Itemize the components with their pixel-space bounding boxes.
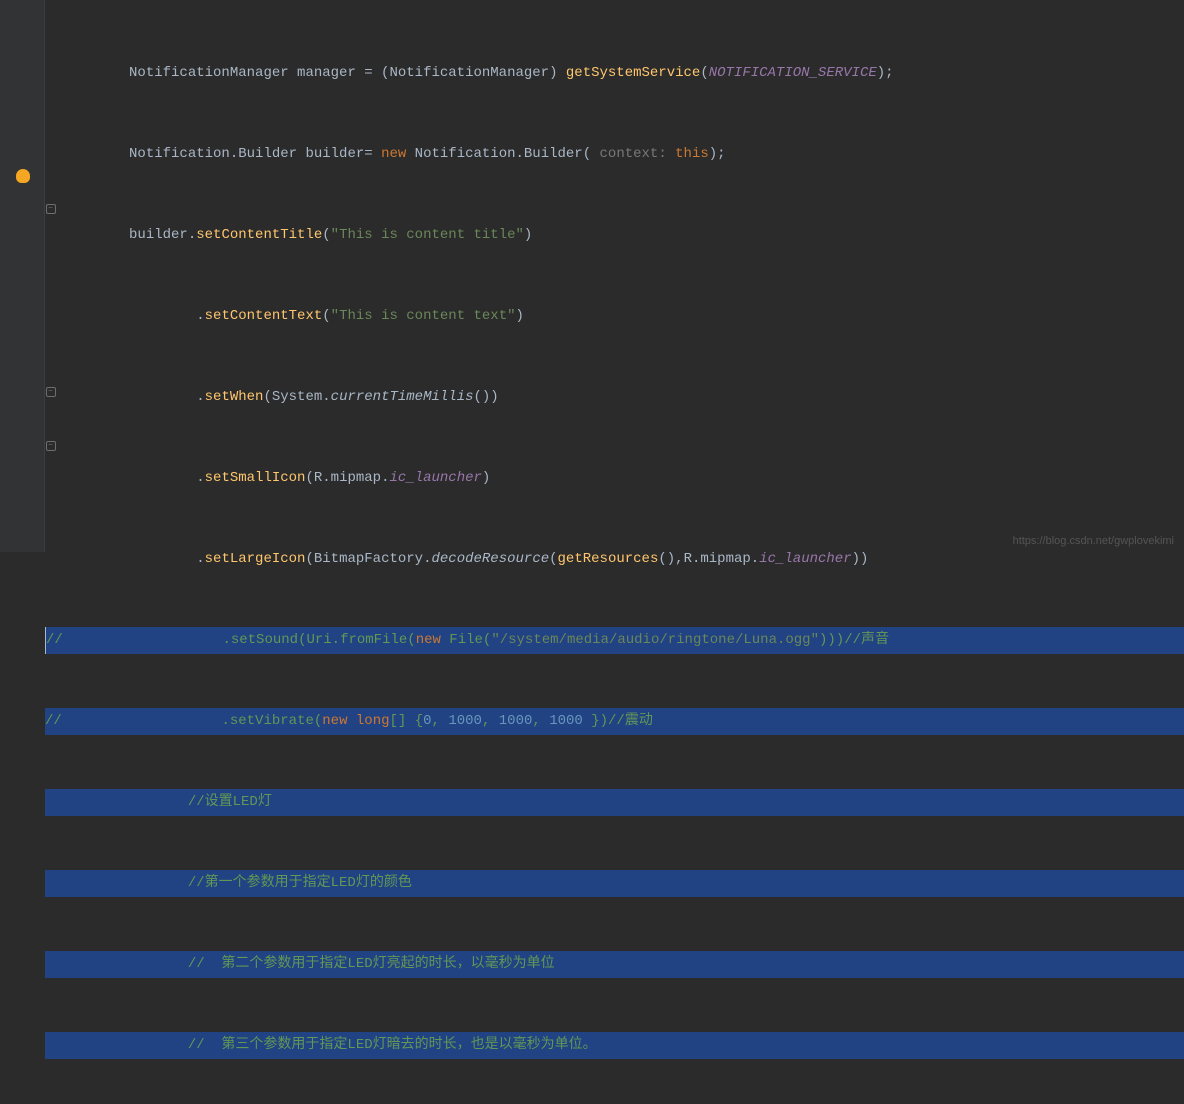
code-line[interactable]: // .setSound(Uri.fromFile(new File("/sys… xyxy=(45,627,1184,654)
code-line[interactable]: //第一个参数用于指定LED灯的颜色 xyxy=(45,870,1184,897)
code-line[interactable]: .setLargeIcon(BitmapFactory.decodeResour… xyxy=(45,546,1184,573)
watermark: https://blog.csdn.net/gwplovekimi xyxy=(1013,535,1174,547)
gutter: − − − xyxy=(0,0,45,552)
code-line[interactable]: Notification.Builder builder= new Notifi… xyxy=(45,141,1184,168)
bulb-icon[interactable] xyxy=(0,162,45,189)
code-line[interactable]: .setWhen(System.currentTimeMillis()) xyxy=(45,384,1184,411)
code-editor[interactable]: − − − NotificationManager manager = (Not… xyxy=(0,0,1184,552)
code-line[interactable]: // 第二个参数用于指定LED灯亮起的时长，以毫秒为单位 xyxy=(45,951,1184,978)
code-line[interactable]: //设置LED灯 xyxy=(45,789,1184,816)
code-line[interactable]: NotificationManager manager = (Notificat… xyxy=(45,54,1184,87)
code-line[interactable]: builder.setContentTitle("This is content… xyxy=(45,222,1184,249)
code-line[interactable]: // 第三个参数用于指定LED灯暗去的时长，也是以毫秒为单位。 xyxy=(45,1032,1184,1059)
code-line[interactable]: .setContentText("This is content text") xyxy=(45,303,1184,330)
code-content[interactable]: NotificationManager manager = (Notificat… xyxy=(45,0,1184,552)
code-line[interactable]: .setSmallIcon(R.mipmap.ic_launcher) xyxy=(45,465,1184,492)
code-line[interactable]: // .setVibrate(new long[] {0, 1000, 1000… xyxy=(45,708,1184,735)
